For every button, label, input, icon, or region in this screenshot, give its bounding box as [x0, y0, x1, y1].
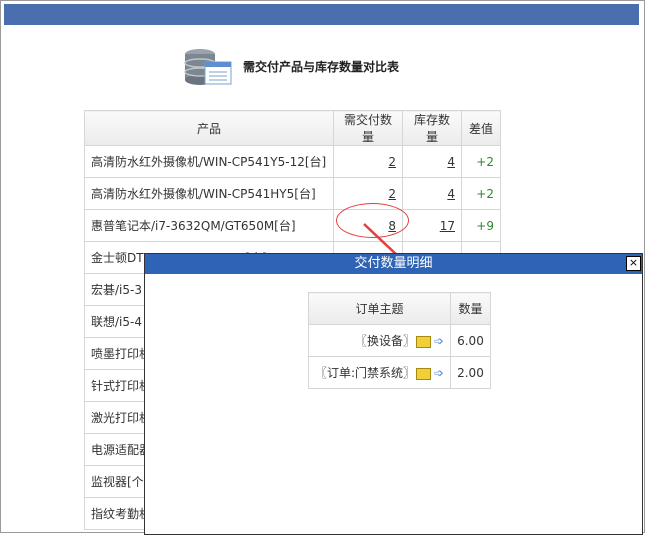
folder-icon	[416, 367, 432, 380]
table-header-row: 产品 需交付数量 库存数量 差值	[84, 110, 501, 146]
stock-qty-link[interactable]: 4	[447, 187, 455, 201]
dialog-title: 交付数量明细	[354, 256, 433, 271]
go-arrow-icon[interactable]: ➩	[434, 366, 444, 380]
database-icon	[184, 49, 232, 85]
detail-header-row: 订单主题 数量	[307, 292, 491, 325]
difference-cell: +2	[461, 145, 501, 178]
header-difference: 差值	[461, 110, 501, 146]
product-cell: 高清防水红外摄像机/WIN-CP541Y5-12[台]	[84, 145, 334, 178]
dialog-title-bar: 交付数量明细 ×	[145, 254, 642, 274]
header-stock-qty: 库存数量	[402, 110, 462, 146]
detail-table: 订单主题 数量 〖换设备〗 ➩ 6.00 〖订单:门禁系统〗 ➩ 2.00	[307, 292, 491, 389]
header-quantity: 数量	[450, 292, 491, 325]
header-delivery-qty: 需交付数量	[333, 110, 403, 146]
table-row: 高清防水红外摄像机/WIN-CP541HY5[台] 2 4 +2	[84, 177, 501, 210]
product-cell: 惠普笔记本/i7-3632QM/GT650M[台]	[84, 209, 334, 242]
folder-icon	[416, 335, 432, 348]
stock-qty-link[interactable]: 4	[447, 155, 455, 169]
difference-cell: +9	[461, 209, 501, 242]
go-arrow-icon[interactable]: ➩	[434, 334, 444, 348]
header-product: 产品	[84, 110, 334, 146]
close-icon[interactable]: ×	[626, 256, 641, 271]
table-row: 高清防水红外摄像机/WIN-CP541Y5-12[台] 2 4 +2	[84, 145, 501, 178]
order-subject-cell[interactable]: 〖订单:门禁系统〗 ➩	[307, 356, 452, 389]
delivery-detail-dialog: 交付数量明细 × 订单主题 数量 〖换设备〗 ➩ 6.00 〖订单:门禁系统〗 ➩ …	[144, 253, 643, 535]
order-subject-label: 〖订单:门禁系统〗	[315, 366, 416, 380]
delivery-qty-link[interactable]: 2	[388, 187, 396, 201]
top-bar	[4, 4, 639, 25]
order-subject-label: 〖换设备〗	[355, 334, 416, 348]
detail-row: 〖订单:门禁系统〗 ➩ 2.00	[307, 356, 491, 389]
order-subject-cell[interactable]: 〖换设备〗 ➩	[307, 324, 452, 357]
page-title: 需交付产品与库存数量对比表	[243, 60, 400, 74]
delivery-qty-link[interactable]: 2	[388, 155, 396, 169]
detail-row: 〖换设备〗 ➩ 6.00	[307, 324, 491, 357]
product-cell: 高清防水红外摄像机/WIN-CP541HY5[台]	[84, 177, 334, 210]
header-order-subject: 订单主题	[307, 292, 452, 325]
difference-cell: +2	[461, 177, 501, 210]
quantity-cell: 2.00	[450, 356, 491, 389]
quantity-cell: 6.00	[450, 324, 491, 357]
